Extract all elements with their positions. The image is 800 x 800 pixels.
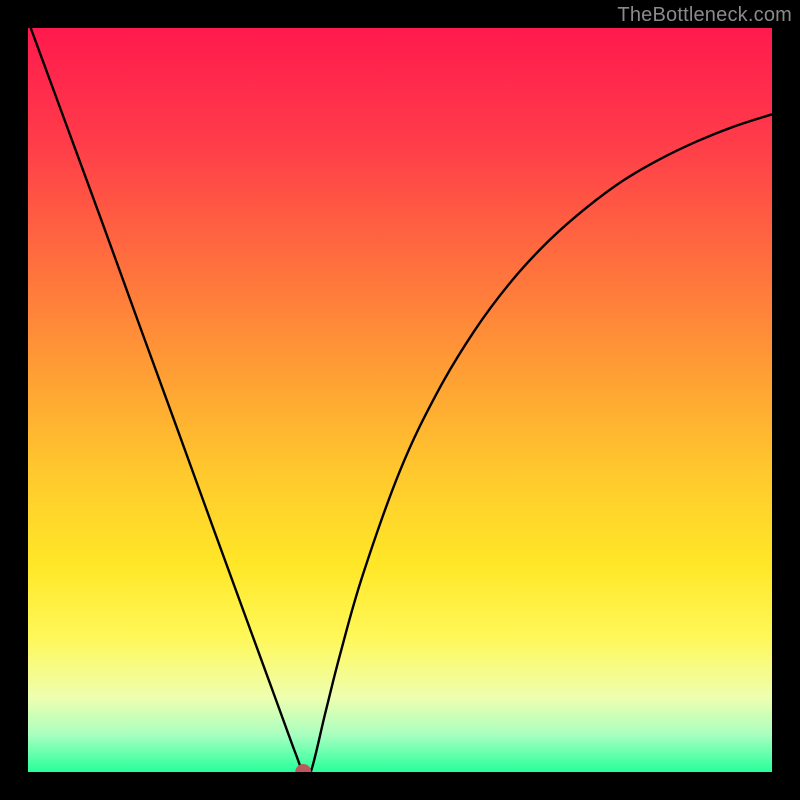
plot-svg — [28, 28, 772, 772]
chart-frame: TheBottleneck.com — [0, 0, 800, 800]
gradient-background — [28, 28, 772, 772]
plot-area — [28, 28, 772, 772]
watermark-text: TheBottleneck.com — [617, 4, 792, 27]
